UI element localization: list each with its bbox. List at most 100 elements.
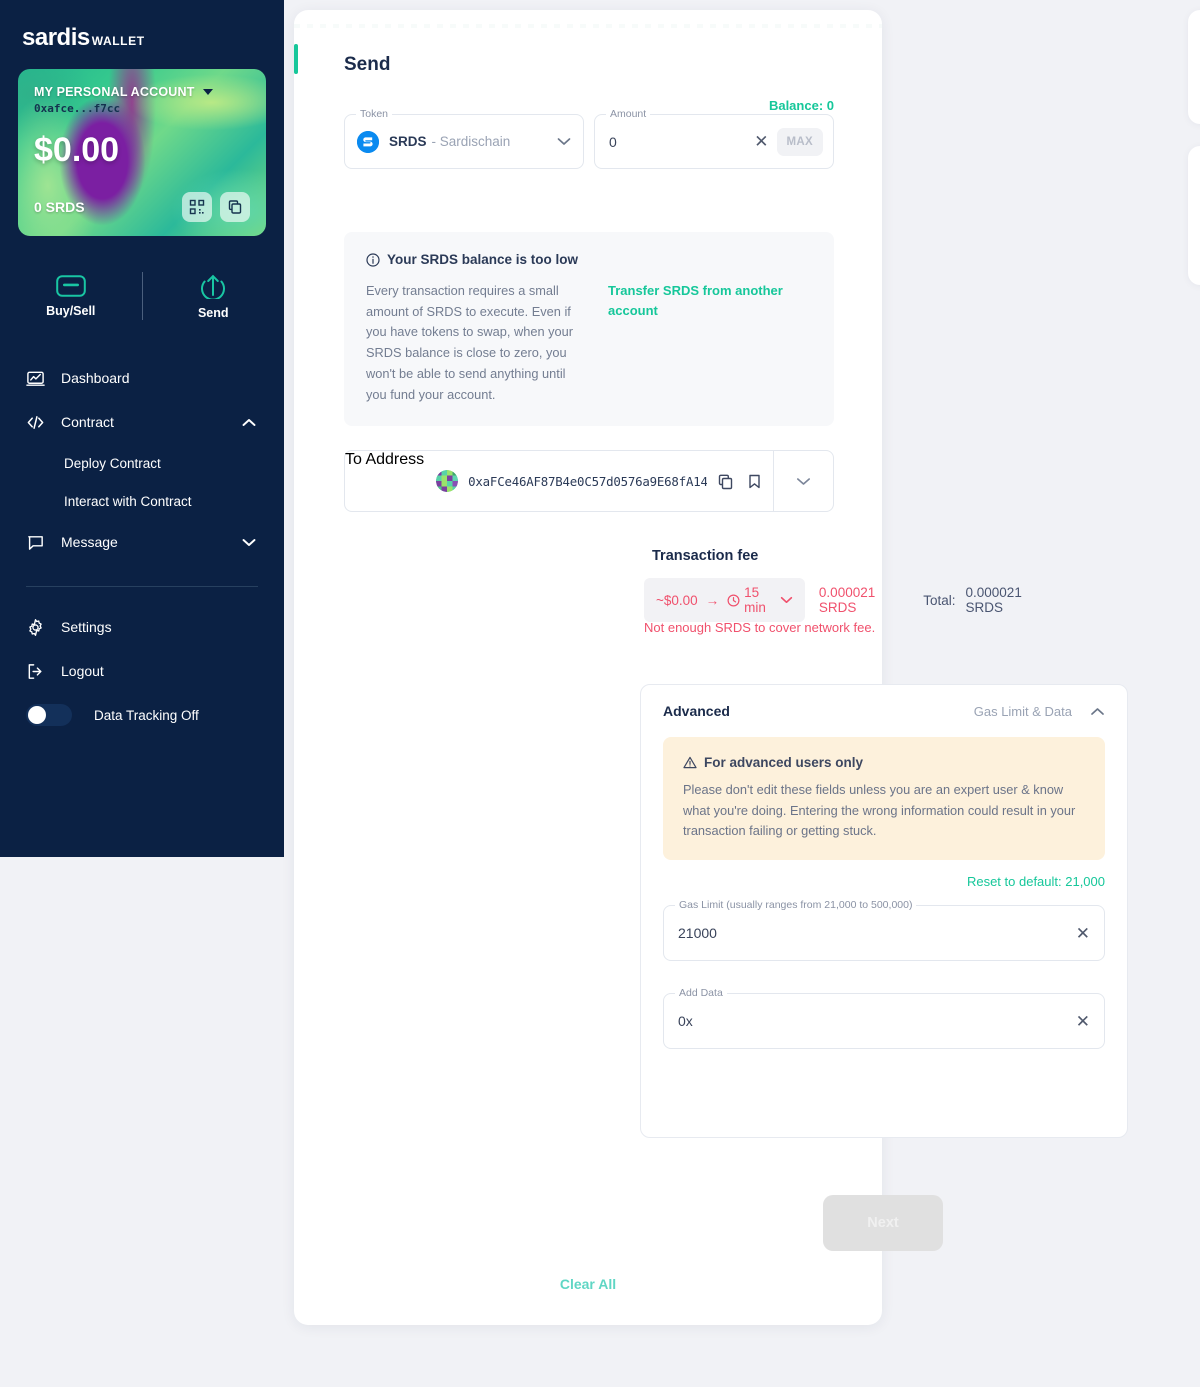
transfer-srds-link[interactable]: Transfer SRDS from another account xyxy=(608,281,788,405)
sidebar-item-label: Message xyxy=(61,534,118,550)
gas-limit-input[interactable]: 21000 xyxy=(678,925,717,941)
card-icon xyxy=(55,274,86,297)
chevron-down-icon[interactable] xyxy=(780,596,793,604)
right-rail: Network › SRDS - Sardischain Last Block:… xyxy=(1188,10,1200,285)
sidebar-item-contract[interactable]: Contract xyxy=(0,400,284,444)
transaction-fee-row: ~$0.00 → 15 min 0.000021 SRDS Total: 0.0… xyxy=(644,578,1022,622)
advanced-warning-text: Please don't edit these fields unless yo… xyxy=(683,782,1076,839)
sidebar: sardis WALLET MY PERSONAL ACCOUNT 0xafce… xyxy=(0,0,284,857)
amount-input[interactable]: 0 xyxy=(609,134,617,150)
advanced-title: Advanced xyxy=(663,703,730,719)
fee-total-value: 0.000021 SRDS xyxy=(965,585,1022,615)
data-tracking-label: Data Tracking Off xyxy=(94,707,199,723)
account-token-balance: 0 SRDS xyxy=(34,199,85,215)
add-data-legend: Add Data xyxy=(675,987,727,1000)
notice-body-text: Every transaction requires a small amoun… xyxy=(366,283,574,402)
chevron-down-icon[interactable] xyxy=(242,538,256,547)
chevron-up-icon[interactable] xyxy=(242,418,256,427)
amount-legend: Amount xyxy=(606,108,651,120)
add-data-input[interactable]: 0x xyxy=(678,1013,693,1029)
account-address: 0xafce...f7cc xyxy=(34,102,121,115)
fee-selector[interactable]: ~$0.00 → 15 min xyxy=(644,578,805,622)
sidebar-nav: Dashboard Contract Deploy Contract Inter… xyxy=(0,356,284,737)
sidebar-subitem-label: Interact with Contract xyxy=(64,493,192,509)
chevron-up-icon[interactable] xyxy=(1090,707,1105,716)
srds-logo-icon xyxy=(357,130,379,153)
page-title: Send xyxy=(344,54,391,75)
brand-suffix: WALLET xyxy=(91,34,145,48)
add-data-field[interactable]: Add Data 0x ✕ xyxy=(663,987,1105,1050)
copy-icon[interactable] xyxy=(717,473,734,490)
next-button[interactable]: Next xyxy=(823,1195,943,1251)
bookmark-icon[interactable] xyxy=(746,473,763,490)
warning-triangle-icon xyxy=(683,756,697,769)
to-address-input[interactable]: 0xaFCe46AF87B4e0C57d0576a9E68fA147466aF7 xyxy=(468,474,707,489)
page-accent-bar xyxy=(294,44,298,74)
token-legend: Token xyxy=(356,108,393,120)
sidebar-item-message[interactable]: Message xyxy=(0,520,284,564)
close-icon[interactable]: ✕ xyxy=(746,133,776,150)
network-panel: Network › SRDS - Sardischain Last Block:… xyxy=(1188,10,1200,124)
chevron-down-icon[interactable] xyxy=(557,137,571,146)
brand-logo[interactable]: sardis WALLET xyxy=(0,0,284,52)
amount-field[interactable]: Amount 0 ✕ MAX xyxy=(594,108,834,169)
message-icon xyxy=(26,533,45,552)
arrow-right-icon: → xyxy=(705,592,720,608)
gear-icon xyxy=(26,618,45,637)
wallet-account-card[interactable]: MY PERSONAL ACCOUNT 0xafce...f7cc $0.00 … xyxy=(18,69,266,236)
token-symbol: SRDS xyxy=(389,134,427,149)
fee-error-message: Not enough SRDS to cover network fee. xyxy=(644,620,876,635)
quick-actions: Buy/Sell Send xyxy=(0,262,284,330)
sidebar-item-label: Settings xyxy=(61,619,112,635)
token-amount-row: Balance: 0 Token SRDS - Sardischain Amou… xyxy=(344,98,834,169)
sidebar-item-label: Contract xyxy=(61,414,114,430)
sidebar-item-logout[interactable]: Logout xyxy=(0,649,284,693)
transaction-fee-title: Transaction fee xyxy=(652,548,759,564)
account-fiat-balance: $0.00 xyxy=(34,131,120,169)
fee-total-label: Total: xyxy=(923,592,956,608)
send-button[interactable]: Send xyxy=(143,273,285,320)
sidebar-item-interact-with-contract[interactable]: Interact with Contract xyxy=(0,482,284,520)
my-token-value-panel: My Token Value $0.00 xyxy=(1188,146,1200,285)
account-selector[interactable]: MY PERSONAL ACCOUNT xyxy=(34,85,250,99)
copy-icon[interactable] xyxy=(220,192,250,222)
chevron-down-icon xyxy=(202,89,213,95)
gas-limit-legend: Gas Limit (usually ranges from 21,000 to… xyxy=(675,899,917,912)
clock-icon xyxy=(727,594,740,607)
token-chain: - Sardischain xyxy=(431,134,511,149)
sidebar-item-deploy-contract[interactable]: Deploy Contract xyxy=(0,444,284,482)
token-select[interactable]: Token SRDS - Sardischain xyxy=(344,108,584,169)
reset-to-default-link[interactable]: Reset to default: 21,000 xyxy=(641,874,1105,889)
advanced-warning-title: For advanced users only xyxy=(704,755,864,770)
buy-sell-button[interactable]: Buy/Sell xyxy=(0,274,142,318)
fee-time: 15 min xyxy=(744,585,766,615)
info-icon xyxy=(366,252,380,267)
to-address-row: To Address 0xaFCe46AF87B4e0C57d0576a9E68… xyxy=(344,450,834,512)
account-name: MY PERSONAL ACCOUNT xyxy=(34,85,195,99)
dashboard-icon xyxy=(26,369,45,388)
sidebar-subitem-label: Deploy Contract xyxy=(64,455,161,471)
advanced-warning: For advanced users only Please don't edi… xyxy=(663,737,1105,861)
gas-limit-field[interactable]: Gas Limit (usually ranges from 21,000 to… xyxy=(663,899,1105,962)
data-tracking-toggle[interactable] xyxy=(26,704,72,726)
sidebar-item-label: Dashboard xyxy=(61,370,130,386)
low-balance-notice: Your SRDS balance is too low Every trans… xyxy=(344,232,834,426)
clear-all-link[interactable]: Clear All xyxy=(294,1276,882,1292)
sidebar-item-label: Logout xyxy=(61,663,104,679)
to-address-dropdown[interactable] xyxy=(773,451,833,511)
close-icon[interactable]: ✕ xyxy=(1076,1013,1090,1030)
data-tracking-row[interactable]: Data Tracking Off xyxy=(0,693,284,737)
toggle-knob xyxy=(28,706,46,724)
brand-name: sardis xyxy=(22,24,90,51)
fee-usd: ~$0.00 xyxy=(656,592,698,608)
to-address-legend: To Address xyxy=(345,451,425,468)
sidebar-item-dashboard[interactable]: Dashboard xyxy=(0,356,284,400)
notice-title-text: Your SRDS balance is too low xyxy=(387,252,579,267)
max-button[interactable]: MAX xyxy=(776,127,823,156)
qr-code-icon[interactable] xyxy=(182,192,212,222)
close-icon[interactable]: ✕ xyxy=(1076,925,1090,942)
send-label: Send xyxy=(197,305,229,320)
balance-label: Balance: 0 xyxy=(768,98,834,113)
sidebar-item-settings[interactable]: Settings xyxy=(0,605,284,649)
sidebar-divider xyxy=(26,586,258,587)
